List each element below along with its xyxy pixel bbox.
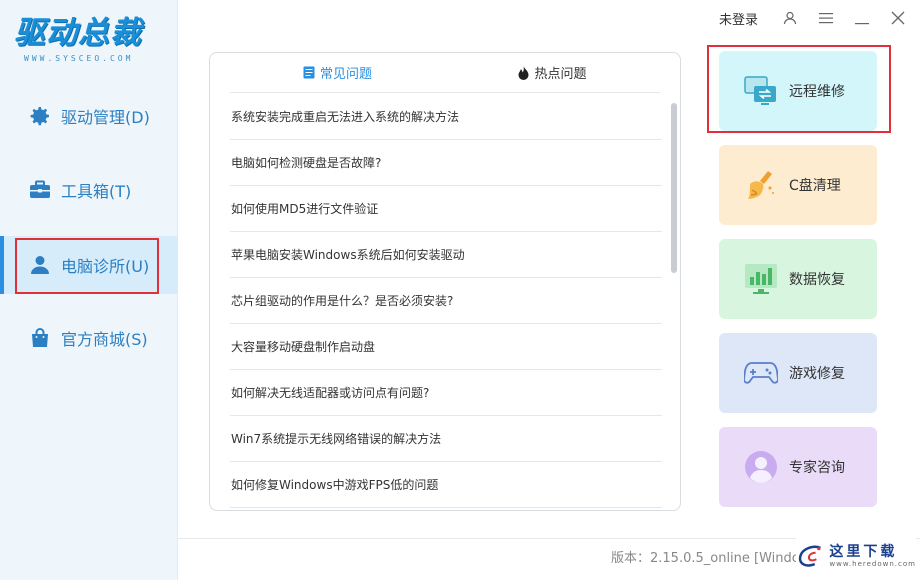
sidebar-item-toolbox[interactable]: 工具箱(T)	[0, 161, 178, 219]
menu-icon[interactable]	[808, 0, 844, 36]
sidebar-item-driver-management[interactable]: 驱动管理(D)	[0, 87, 178, 145]
sidebar-item-label: 工具箱(T)	[61, 182, 132, 201]
service-card-data-recovery[interactable]: 数据恢复	[719, 239, 877, 319]
title-bar: 未登录	[719, 0, 920, 36]
highlight-box-nav	[15, 238, 159, 294]
service-label: 游戏修复	[789, 366, 845, 382]
tab-label: 热点问题	[534, 67, 587, 82]
app-logo: 驱动总裁 WWW.SYSCEO.COM	[14, 14, 164, 74]
service-card-game-repair[interactable]: 游戏修复	[719, 333, 877, 413]
highlight-box-card	[707, 45, 891, 133]
scrollbar[interactable]	[671, 103, 677, 273]
account-icon[interactable]	[772, 0, 808, 36]
faq-list: 系统安装完成重启无法进入系统的解决方法 电脑如何检测硬盘是否故障? 如何使用MD…	[230, 94, 662, 508]
logo-text: 驱动总裁	[14, 15, 142, 51]
shopping-bag-icon	[27, 325, 53, 351]
version-label: 版本：2.15.0.5_online [Window	[611, 551, 811, 566]
list-item[interactable]: 大容量移动硬盘制作启动盘	[230, 324, 662, 370]
service-card-expert-consultation[interactable]: 专家咨询	[719, 427, 877, 507]
sidebar-item-label: 官方商城(S)	[61, 330, 148, 349]
sidebar-item-official-store[interactable]: 官方商城(S)	[0, 309, 178, 367]
logo-subtitle: WWW.SYSCEO.COM	[24, 54, 134, 63]
service-label: 数据恢复	[789, 272, 845, 288]
tab-label: 常见问题	[319, 67, 372, 82]
document-icon	[303, 66, 315, 79]
list-item[interactable]: 电脑如何检测硬盘是否故障?	[230, 140, 662, 186]
watermark: 这里下载 www.heredown.com	[796, 535, 916, 577]
service-label: C盘清理	[789, 178, 841, 194]
data-chart-icon	[743, 261, 779, 297]
list-item[interactable]: 如何解决无线适配器或访问点有问题?	[230, 370, 662, 416]
toolbox-icon	[27, 177, 53, 203]
watermark-text: 这里下载	[829, 544, 898, 560]
list-item[interactable]: 系统安装完成重启无法进入系统的解决方法	[230, 94, 662, 140]
faq-panel: 常见问题 热点问题 系统安装完成重启无法进入系统的解决方法 电脑如何检测硬盘是否…	[209, 52, 681, 511]
minimize-icon[interactable]	[844, 0, 880, 36]
close-icon[interactable]	[880, 0, 916, 36]
list-item[interactable]: Win7系统提示无线网络错误的解决方法	[230, 416, 662, 462]
list-item[interactable]: 苹果电脑安装Windows系统后如何安装驱动	[230, 232, 662, 278]
service-label: 专家咨询	[789, 460, 845, 476]
broom-icon	[743, 167, 779, 203]
faq-tabs: 常见问题 热点问题	[230, 53, 660, 93]
tab-hot-questions[interactable]: 热点问题	[445, 53, 660, 92]
gear-icon	[27, 103, 53, 129]
fire-icon	[518, 65, 529, 80]
active-indicator	[0, 236, 4, 294]
list-item[interactable]: 如何使用MD5进行文件验证	[230, 186, 662, 232]
sidebar-item-label: 驱动管理(D)	[61, 108, 150, 127]
list-item[interactable]: 如何修复Windows中游戏FPS低的问题	[230, 462, 662, 508]
list-item[interactable]: 芯片组驱动的作用是什么？是否必须安装?	[230, 278, 662, 324]
service-card-c-drive-cleanup[interactable]: C盘清理	[719, 145, 877, 225]
tab-common-questions[interactable]: 常见问题	[230, 53, 445, 92]
watermark-logo-icon	[798, 545, 821, 567]
expert-avatar-icon	[743, 449, 779, 485]
gamepad-icon	[743, 355, 779, 391]
login-link[interactable]: 未登录	[719, 9, 758, 28]
watermark-sub: www.heredown.com	[829, 560, 916, 568]
